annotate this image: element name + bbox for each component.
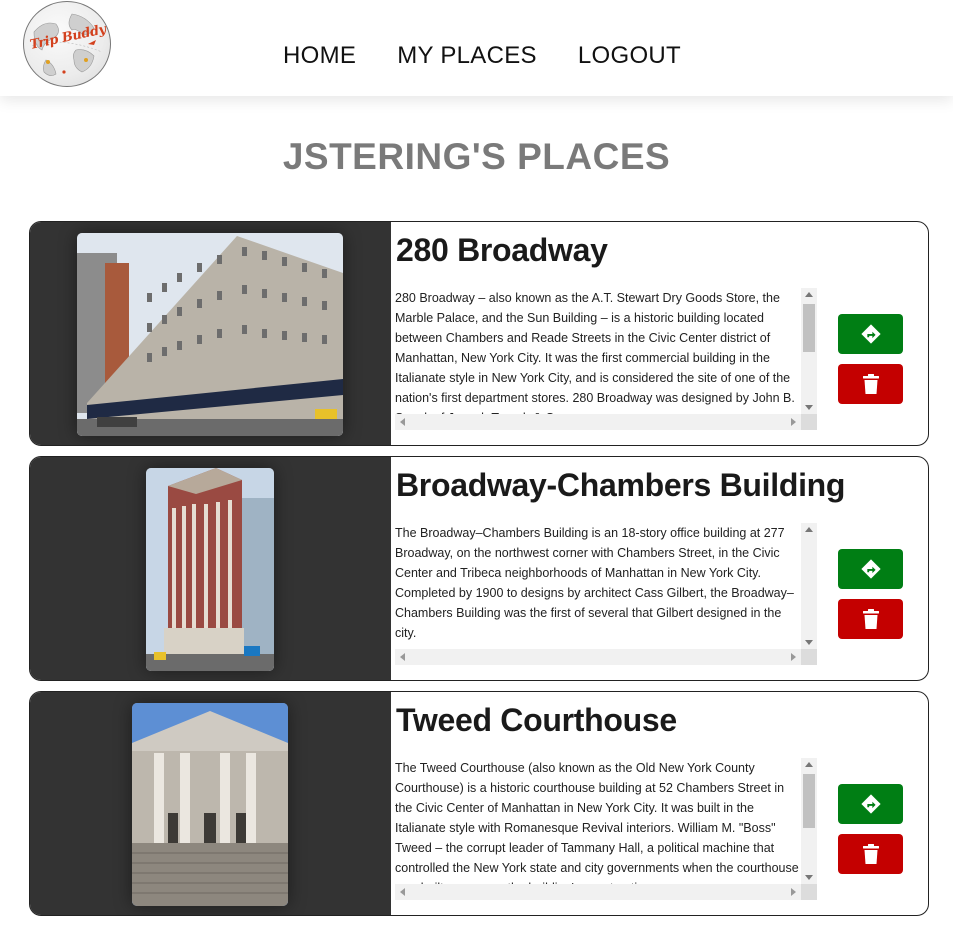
place-description: The Broadway–Chambers Building is an 18-… xyxy=(395,526,794,640)
place-description: 280 Broadway – also known as the A.T. St… xyxy=(395,291,795,414)
scroll-up-icon[interactable] xyxy=(805,292,813,297)
scroll-down-icon[interactable] xyxy=(805,640,813,645)
place-description-box[interactable]: The Broadway–Chambers Building is an 18-… xyxy=(395,523,817,665)
place-photo[interactable] xyxy=(77,233,343,436)
horizontal-scrollbar[interactable] xyxy=(395,649,801,665)
place-description-box[interactable]: 280 Broadway – also known as the A.T. St… xyxy=(395,288,817,430)
site-header: Trip Buddy HOME MY PLACES LOGOUT xyxy=(0,0,953,96)
delete-button[interactable] xyxy=(838,599,903,639)
directions-icon xyxy=(860,794,881,814)
nav-my-places-link[interactable]: MY PLACES xyxy=(397,42,537,70)
place-description: The Tweed Courthouse (also known as the … xyxy=(395,761,799,884)
place-photo[interactable] xyxy=(146,468,274,671)
directions-icon xyxy=(860,559,881,579)
place-image-area xyxy=(30,222,391,445)
scroll-left-icon[interactable] xyxy=(400,888,405,896)
scroll-down-icon[interactable] xyxy=(805,405,813,410)
place-card: 280 Broadway 280 Broadway – also known a… xyxy=(29,221,929,446)
directions-button[interactable] xyxy=(838,314,903,354)
scroll-right-icon[interactable] xyxy=(791,888,796,896)
directions-button[interactable] xyxy=(838,784,903,824)
trash-icon xyxy=(862,844,879,864)
scroll-up-icon[interactable] xyxy=(805,762,813,767)
scroll-corner xyxy=(801,649,817,665)
scroll-up-icon[interactable] xyxy=(805,527,813,532)
place-name: Tweed Courthouse xyxy=(396,702,677,738)
horizontal-scrollbar[interactable] xyxy=(395,414,801,430)
vertical-scrollbar[interactable] xyxy=(801,758,817,884)
scroll-left-icon[interactable] xyxy=(400,653,405,661)
scroll-thumb[interactable] xyxy=(803,304,815,352)
scroll-corner xyxy=(801,414,817,430)
trash-icon xyxy=(862,374,879,394)
horizontal-scrollbar[interactable] xyxy=(395,884,801,900)
directions-icon xyxy=(860,324,881,344)
delete-button[interactable] xyxy=(838,834,903,874)
page-title: JSTERING'S PLACES xyxy=(282,136,671,177)
place-image-area xyxy=(30,692,391,915)
main-nav: HOME MY PLACES LOGOUT xyxy=(283,42,681,70)
place-description-box[interactable]: The Tweed Courthouse (also known as the … xyxy=(395,758,817,900)
place-card: Tweed Courthouse The Tweed Courthouse (a… xyxy=(29,691,929,916)
place-image-area xyxy=(30,457,391,680)
place-name: 280 Broadway xyxy=(396,232,608,268)
place-name: Broadway-Chambers Building xyxy=(396,467,846,503)
scroll-right-icon[interactable] xyxy=(791,653,796,661)
trip-buddy-logo[interactable]: Trip Buddy xyxy=(23,1,111,87)
trash-icon xyxy=(862,609,879,629)
scroll-right-icon[interactable] xyxy=(791,418,796,426)
scroll-corner xyxy=(801,884,817,900)
delete-button[interactable] xyxy=(838,364,903,404)
vertical-scrollbar[interactable] xyxy=(801,523,817,649)
nav-logout-link[interactable]: LOGOUT xyxy=(578,42,681,70)
scroll-thumb[interactable] xyxy=(803,774,815,828)
nav-home-link[interactable]: HOME xyxy=(283,42,356,70)
scroll-down-icon[interactable] xyxy=(805,875,813,880)
place-photo[interactable] xyxy=(132,703,288,906)
vertical-scrollbar[interactable] xyxy=(801,288,817,414)
directions-button[interactable] xyxy=(838,549,903,589)
scroll-left-icon[interactable] xyxy=(400,418,405,426)
place-card: Broadway-Chambers Building The Broadway–… xyxy=(29,456,929,681)
